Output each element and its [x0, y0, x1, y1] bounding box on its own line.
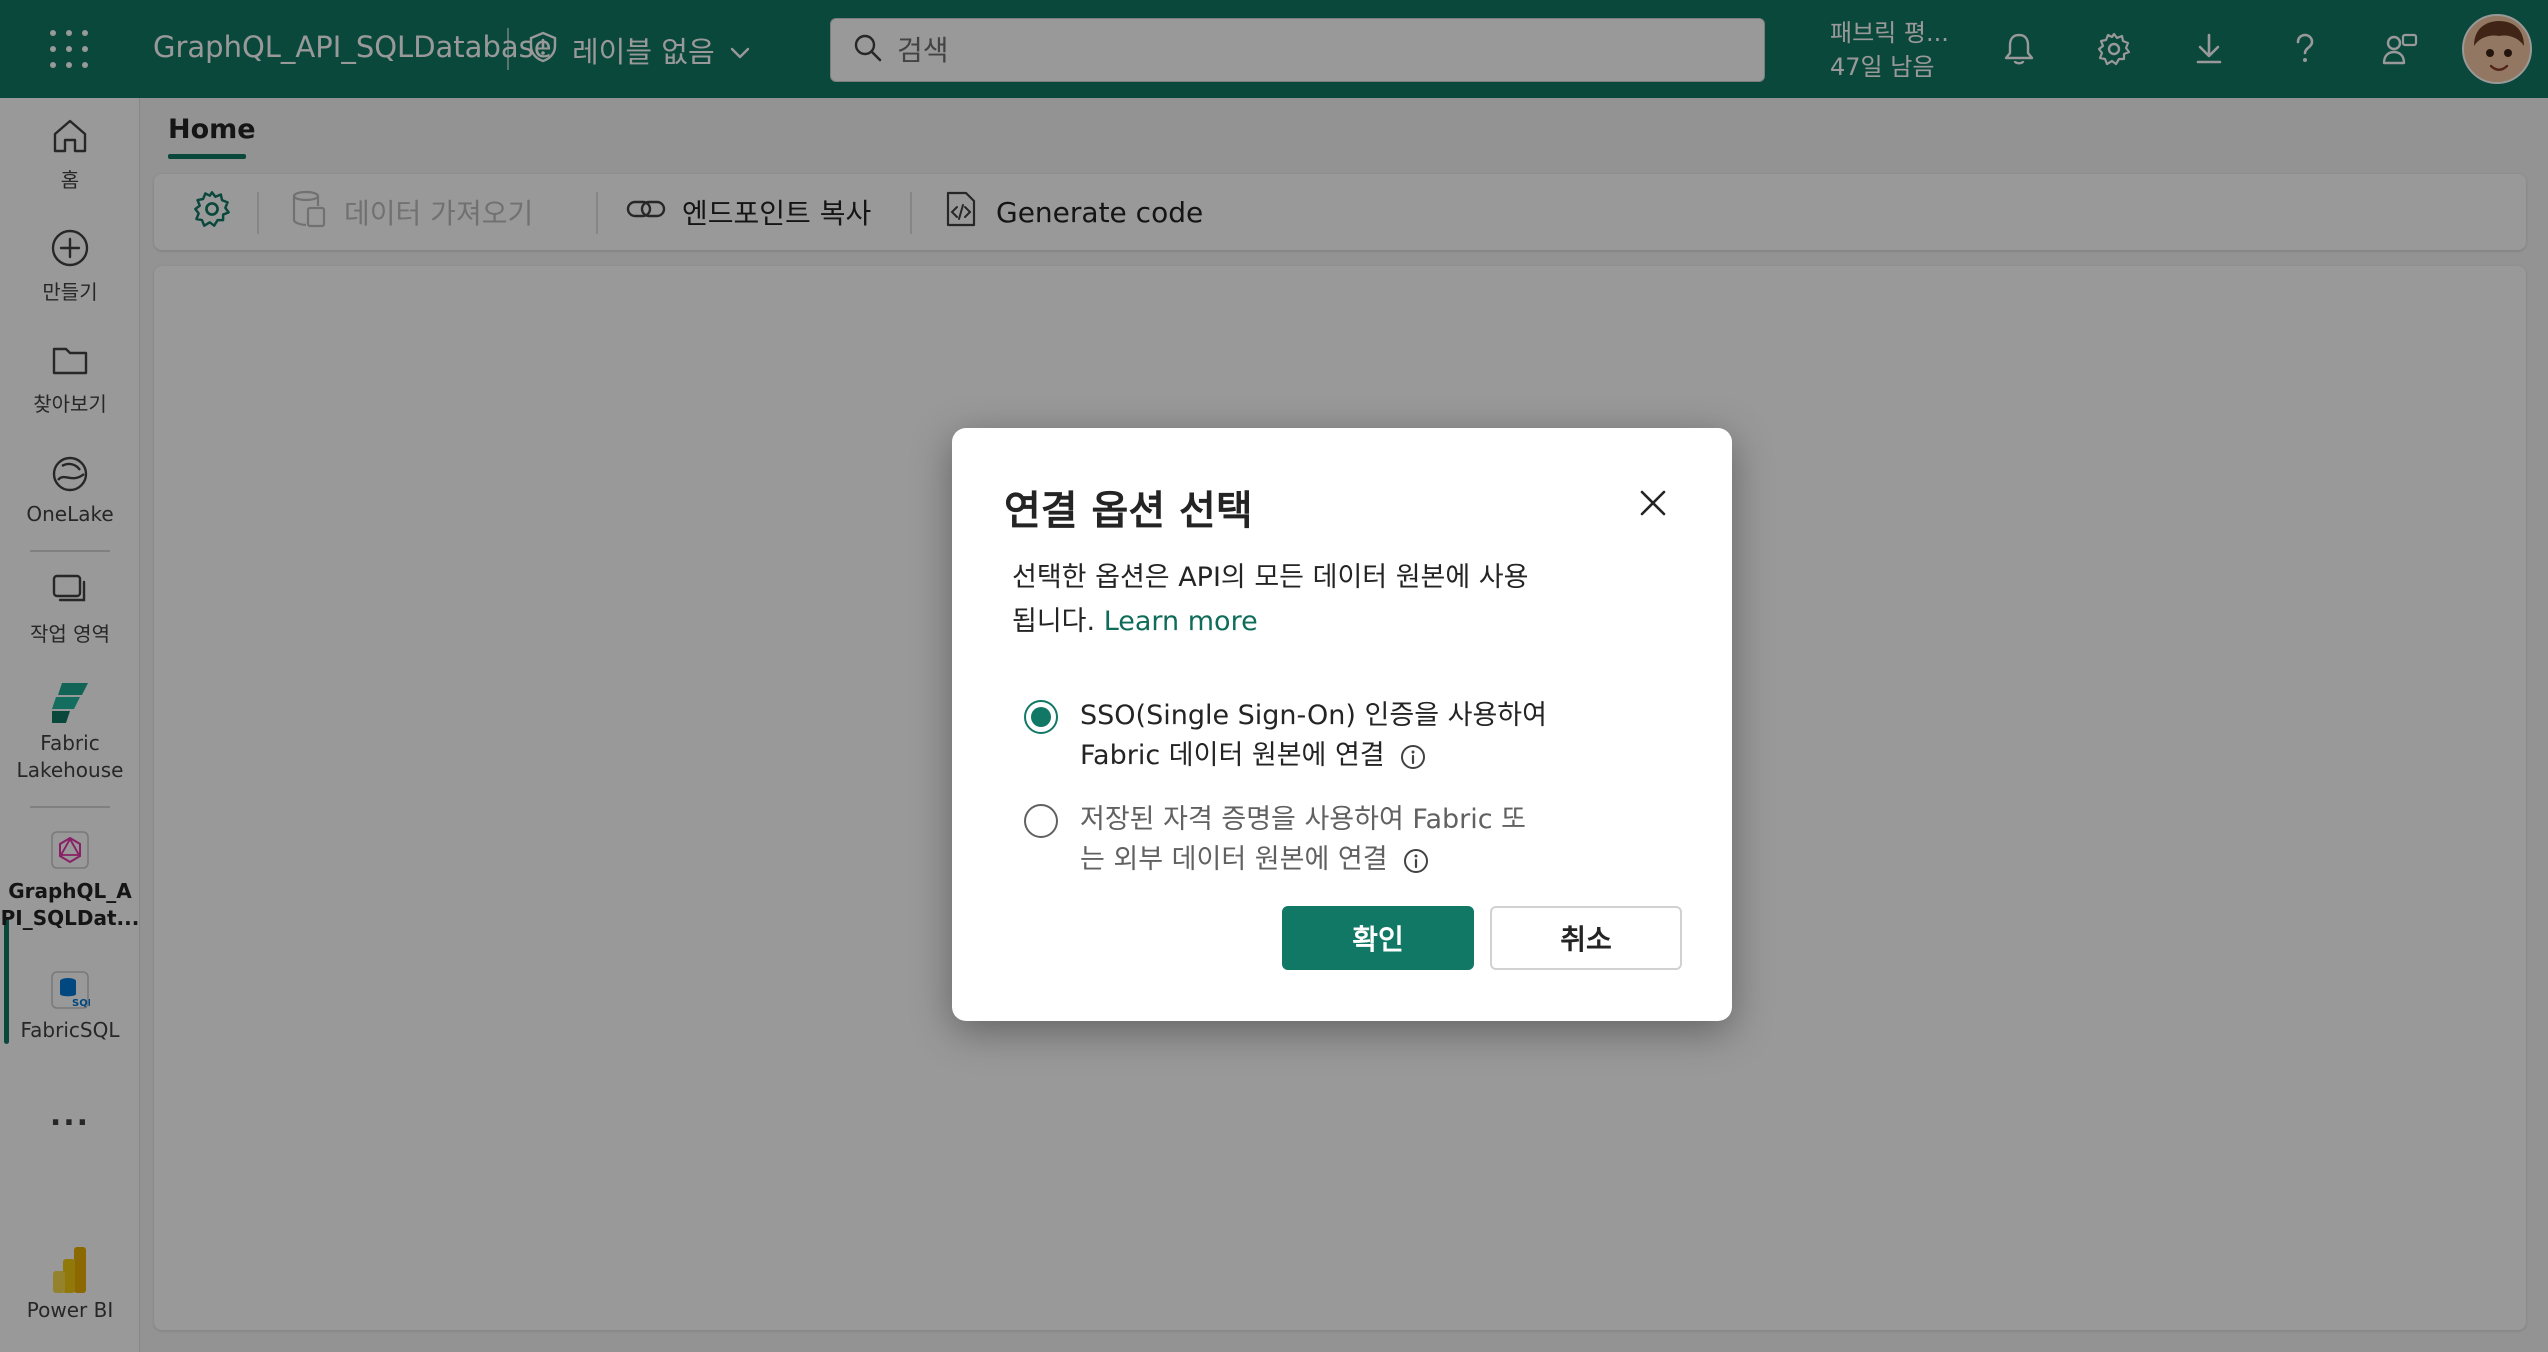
connection-options-dialog: 연결 옵션 선택 선택한 옵션은 API의 모든 데이터 원본에 사용 됩니다.… — [952, 428, 1732, 1021]
radio-sso[interactable] — [1024, 700, 1058, 734]
option-stored-line2: 는 외부 데이터 원본에 연결 — [1080, 844, 1388, 875]
dialog-title: 연결 옵션 선택 — [1004, 488, 1253, 534]
cancel-button[interactable]: 취소 — [1490, 906, 1682, 970]
close-icon[interactable] — [1630, 480, 1676, 526]
option-sso[interactable]: SSO(Single Sign-On) 인증을 사용하여 Fabric 데이터 … — [1024, 696, 1624, 776]
confirm-button[interactable]: 확인 — [1282, 906, 1474, 970]
dialog-desc-line1: 선택한 옵션은 API의 모든 데이터 원본에 사용 — [1012, 562, 1529, 593]
option-sso-line1: SSO(Single Sign-On) 인증을 사용하여 — [1080, 700, 1547, 731]
option-sso-line2: Fabric 데이터 원본에 연결 — [1080, 740, 1385, 771]
dialog-desc-line2: 됩니다. — [1012, 606, 1096, 637]
info-icon[interactable] — [1399, 743, 1427, 771]
option-stored-text: 저장된 자격 증명을 사용하여 Fabric 또 는 외부 데이터 원본에 연결 — [1080, 800, 1526, 880]
option-stored-line1: 저장된 자격 증명을 사용하여 Fabric 또 — [1080, 804, 1527, 835]
dialog-desc-line2-wrap: 됩니다. Learn more — [1012, 600, 1632, 644]
info-icon[interactable] — [1402, 847, 1430, 875]
radio-stored-credentials[interactable] — [1024, 804, 1058, 838]
option-sso-text: SSO(Single Sign-On) 인증을 사용하여 Fabric 데이터 … — [1080, 696, 1547, 776]
dialog-description: 선택한 옵션은 API의 모든 데이터 원본에 사용 됩니다. Learn mo… — [1012, 556, 1632, 644]
option-stored-credentials[interactable]: 저장된 자격 증명을 사용하여 Fabric 또 는 외부 데이터 원본에 연결 — [1024, 800, 1624, 880]
learn-more-link[interactable]: Learn more — [1104, 606, 1258, 637]
option-stored-line2-wrap: 는 외부 데이터 원본에 연결 — [1080, 840, 1526, 880]
option-sso-line2-wrap: Fabric 데이터 원본에 연결 — [1080, 736, 1547, 776]
